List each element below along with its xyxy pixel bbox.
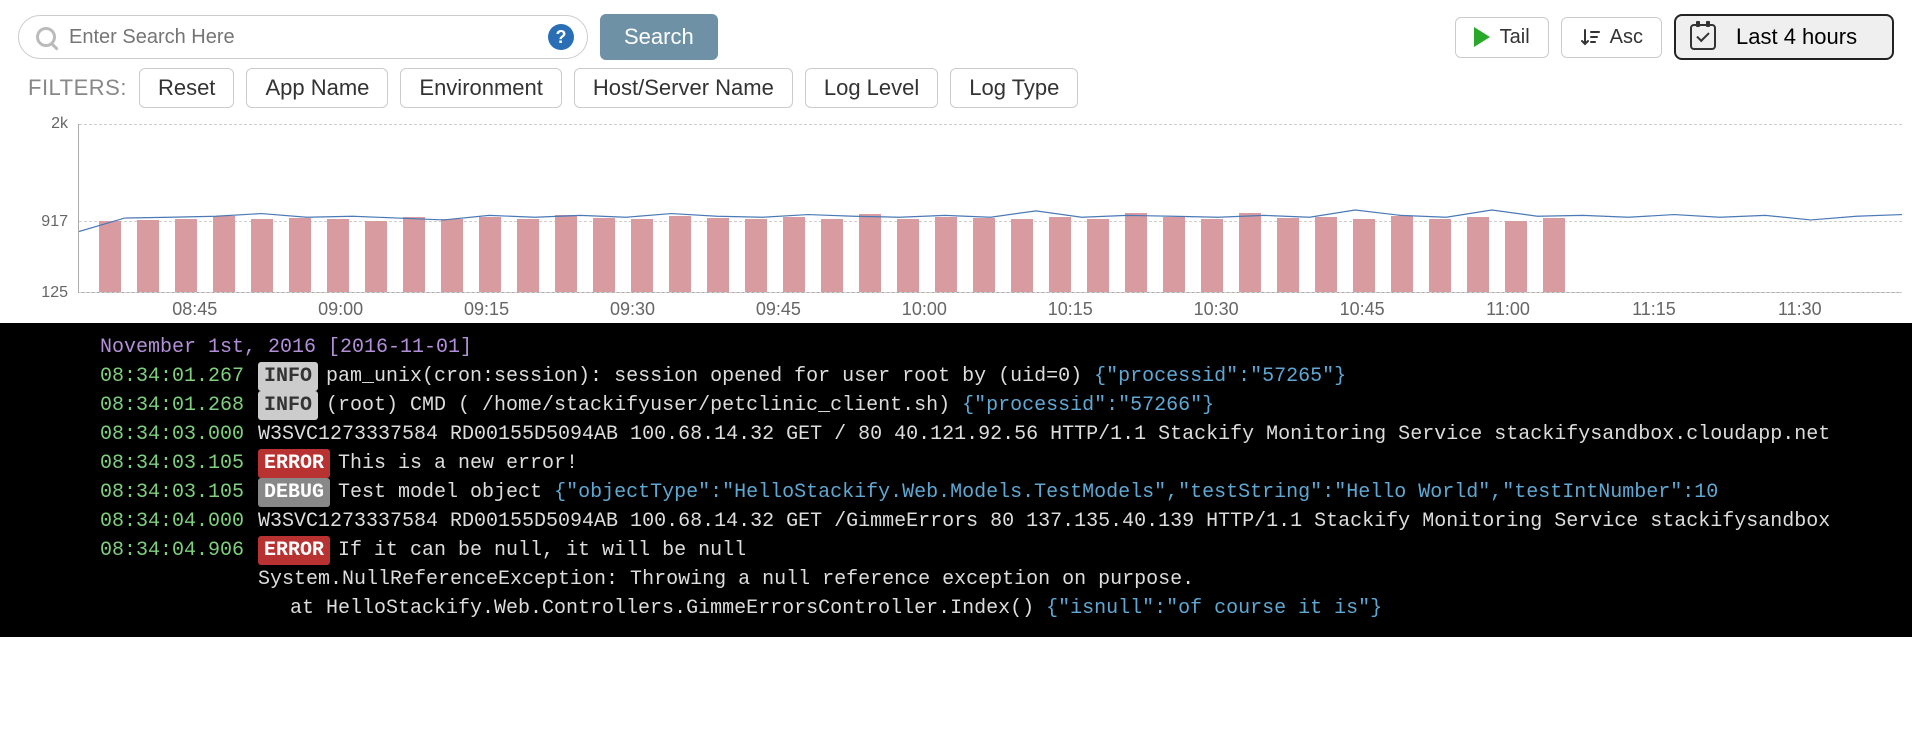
log-timestamp: 08:34:03.000 — [100, 420, 258, 449]
x-tick: 11:30 — [1778, 299, 1822, 320]
log-json: {"processid":"57266"} — [962, 394, 1214, 417]
log-message: pam_unix(cron:session): session opened f… — [326, 365, 1094, 388]
toolbar: ? Search Tail Asc Last 4 hours — [0, 0, 1912, 68]
timerange-button[interactable]: Last 4 hours — [1674, 14, 1894, 60]
y-tick: 2k — [51, 115, 68, 133]
log-level-badge: INFO — [258, 362, 318, 391]
x-tick: 10:15 — [1048, 299, 1093, 320]
sort-asc-icon — [1580, 27, 1600, 47]
log-row[interactable]: 08:34:04.000W3SVC1273337584 RD00155D5094… — [0, 507, 1912, 536]
log-row[interactable]: 08:34:03.000W3SVC1273337584 RD00155D5094… — [0, 420, 1912, 449]
log-timestamp: 08:34:03.105 — [100, 449, 258, 478]
search-input[interactable] — [18, 15, 588, 59]
log-json: {"processid":"57265"} — [1094, 365, 1346, 388]
filter-host-server-name[interactable]: Host/Server Name — [574, 68, 793, 108]
log-timestamp: 08:34:01.267 — [100, 362, 258, 391]
x-tick: 09:15 — [464, 299, 509, 320]
log-row[interactable]: 08:34:03.105ERROR This is a new error! — [0, 449, 1912, 478]
log-level-badge: ERROR — [258, 449, 330, 478]
filter-log-level[interactable]: Log Level — [805, 68, 938, 108]
log-level-badge: INFO — [258, 391, 318, 420]
log-message: If it can be null, it will be null — [338, 539, 746, 562]
log-level-badge: ERROR — [258, 536, 330, 565]
log-console[interactable]: November 1st, 2016 [2016-11-01] 08:34:01… — [0, 323, 1912, 637]
x-tick: 10:45 — [1340, 299, 1385, 320]
x-tick: 10:30 — [1194, 299, 1239, 320]
x-tick: 09:30 — [610, 299, 655, 320]
y-tick: 917 — [41, 213, 68, 231]
filter-bar: FILTERS: Reset App Name Environment Host/S… — [0, 68, 1912, 118]
asc-button[interactable]: Asc — [1561, 17, 1662, 58]
log-message: W3SVC1273337584 RD00155D5094AB 100.68.14… — [258, 423, 1830, 446]
log-message: This is a new error! — [338, 452, 578, 475]
play-icon — [1474, 27, 1490, 47]
search-button[interactable]: Search — [600, 14, 718, 60]
calendar-icon — [1690, 24, 1716, 50]
log-timestamp: 08:34:04.906 — [100, 536, 258, 565]
search-icon — [36, 27, 56, 47]
x-tick: 09:00 — [318, 299, 363, 320]
log-timestamp: 08:34:03.105 — [100, 478, 258, 507]
filter-environment[interactable]: Environment — [400, 68, 562, 108]
search-wrap: ? — [18, 15, 588, 59]
log-row[interactable]: 08:34:01.268INFO (root) CMD ( /home/stack… — [0, 391, 1912, 420]
x-tick: 08:45 — [172, 299, 217, 320]
filter-reset[interactable]: Reset — [139, 68, 234, 108]
log-row[interactable]: 08:34:01.267INFO pam_unix(cron:session): … — [0, 362, 1912, 391]
log-message: W3SVC1273337584 RD00155D5094AB 100.68.14… — [258, 510, 1830, 533]
chart: 125 917 2k 08:45 09:00 09:15 09:30 09:45 10:00 1… — [18, 118, 1902, 323]
filters-label: FILTERS: — [28, 75, 127, 101]
tail-button[interactable]: Tail — [1455, 17, 1549, 58]
x-tick: 10:00 — [902, 299, 947, 320]
log-continuation: System.NullReferenceException: Throwing … — [0, 565, 1912, 594]
timerange-label: Last 4 hours — [1736, 24, 1857, 50]
x-tick: 11:15 — [1632, 299, 1676, 320]
tail-label: Tail — [1500, 26, 1530, 49]
filter-app-name[interactable]: App Name — [246, 68, 388, 108]
log-row[interactable]: 08:34:03.105DEBUG Test model object {"obj… — [0, 478, 1912, 507]
log-timestamp: 08:34:04.000 — [100, 507, 258, 536]
log-message: Test model object — [338, 481, 554, 504]
log-level-badge: DEBUG — [258, 478, 330, 507]
asc-label: Asc — [1610, 26, 1643, 49]
log-message: (root) CMD ( /home/stackifyuser/petclini… — [326, 394, 962, 417]
log-json: {"objectType":"HelloStackify.Web.Models.… — [554, 481, 1718, 504]
log-continuation: at HelloStackify.Web.Controllers.GimmeEr… — [0, 594, 1912, 623]
help-icon[interactable]: ? — [548, 24, 574, 50]
log-timestamp: 08:34:01.268 — [100, 391, 258, 420]
filter-log-type[interactable]: Log Type — [950, 68, 1078, 108]
x-tick: 09:45 — [756, 299, 801, 320]
x-tick: 11:00 — [1486, 299, 1530, 320]
y-tick: 125 — [41, 284, 68, 302]
log-row[interactable]: 08:34:04.906ERROR If it can be null, it w… — [0, 536, 1912, 565]
chart-plot[interactable] — [78, 124, 1902, 293]
log-date-header: November 1st, 2016 [2016-11-01] — [0, 333, 1912, 362]
